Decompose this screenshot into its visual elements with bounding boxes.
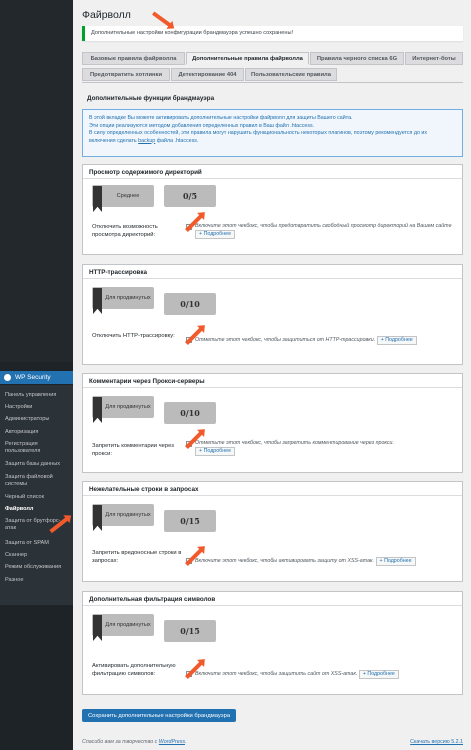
sidebar-plugin-menu[interactable]: WP Security xyxy=(0,371,73,384)
difficulty-badge: Для продвинутых xyxy=(92,504,154,531)
success-notice: Дополнительные настройки конфигурации бр… xyxy=(82,26,463,41)
shield-icon xyxy=(93,186,102,212)
sidebar-item-firewall[interactable]: Файрволл xyxy=(5,506,71,513)
field-label: Активировать дополнительную фильтрацию с… xyxy=(92,663,176,677)
field-description: Включите этот чекбокс, чтобы защитить са… xyxy=(195,670,455,679)
tab-custom-rules[interactable]: Пользовательские правила xyxy=(245,68,337,81)
feature-box-bad-query-strings: Нежелательные строки в запросах Для прод… xyxy=(82,481,463,582)
footer-text: Спасибо вам за творчество с xyxy=(82,739,159,745)
box-title: Нежелательные строки в запросах xyxy=(83,482,462,496)
feature-box-dir-listing: Просмотр содержимого директорий Среднее … xyxy=(82,164,463,255)
box-title: HTTP-трассировка xyxy=(83,265,462,279)
admin-sidebar: WP Security Панель управления Настройки … xyxy=(0,0,73,750)
info-box: В этой вкладке Вы можете активировать до… xyxy=(82,109,463,157)
feature-box-proxy-comments: Комментарии через Прокси-серверы Для про… xyxy=(82,373,463,473)
difficulty-label: Среднее xyxy=(116,192,140,199)
info-line: В силу определенных особенностей, эти пр… xyxy=(89,130,427,136)
sidebar-item-registration[interactable]: Регистрация пользователя xyxy=(5,441,71,455)
shield-icon xyxy=(93,288,102,314)
sidebar-item-spam[interactable]: Защита от SPAM xyxy=(5,540,71,547)
description-text: Включите этот чекбокс, чтобы предотврати… xyxy=(195,223,452,229)
difficulty-label: Для продвинутых xyxy=(105,621,151,628)
info-line: В этой вкладке Вы можете активировать до… xyxy=(89,115,353,121)
more-info-button[interactable]: + Подробнее xyxy=(375,557,416,566)
score-badge: 0/10 xyxy=(164,293,216,315)
box-title: Дополнительная фильтрация символов xyxy=(83,592,462,606)
footer-thanks: Спасибо вам за творчество с WordPress. xyxy=(82,739,186,745)
difficulty-badge: Для продвинутых xyxy=(92,614,154,641)
score-badge: 0/15 xyxy=(164,620,216,642)
page-title: Файрволл xyxy=(82,9,131,21)
sidebar-item-database[interactable]: Защита базы данных xyxy=(5,461,71,468)
more-info-button[interactable]: + Подробнее xyxy=(195,447,236,456)
more-info-button[interactable]: + Подробнее xyxy=(195,230,236,239)
difficulty-label: Для продвинутых xyxy=(105,403,151,410)
main-content: Файрволл Дополнительные настройки конфиг… xyxy=(73,0,471,750)
box-title: Просмотр содержимого директорий xyxy=(83,165,462,179)
score-badge: 0/15 xyxy=(164,510,216,532)
field-description: Включите этот чекбокс, чтобы предотврати… xyxy=(195,223,455,239)
sidebar-item-settings[interactable]: Настройки xyxy=(5,404,71,411)
save-settings-button[interactable]: Сохранить дополнительные настройки бранд… xyxy=(82,709,237,722)
info-text: файла .htaccess. xyxy=(155,137,199,144)
difficulty-badge: Для продвинутых xyxy=(92,396,154,423)
tab-advanced-rules[interactable]: Дополнительные правила файрволла xyxy=(186,52,309,65)
field-description: Включите этот чекбокс, чтобы активироват… xyxy=(195,557,455,566)
sidebar-item-blacklist[interactable]: Черный список xyxy=(5,494,71,501)
sidebar-plugin-title: WP Security xyxy=(15,374,51,381)
sidebar-item-maintenance[interactable]: Режим обслуживания xyxy=(5,564,71,571)
description-text: Отметьте этот чекбокс, чтобы запретить к… xyxy=(195,440,394,446)
tab-404[interactable]: Детектирование 404 xyxy=(171,68,244,81)
box-title: Комментарии через Прокси-серверы xyxy=(83,374,462,388)
sidebar-item-login[interactable]: Авторизация xyxy=(5,429,71,436)
info-text: включения сделать xyxy=(89,137,139,144)
shield-icon xyxy=(4,374,11,381)
sidebar-item-dashboard[interactable]: Панель управления xyxy=(5,392,71,399)
sidebar-submenu: Панель управления Настройки Администрато… xyxy=(0,385,73,605)
tab-hotlink[interactable]: Предотвратить хотлинки xyxy=(82,68,170,81)
sidebar-item-admins[interactable]: Администраторы xyxy=(5,416,71,423)
description-text: Включите этот чекбокс, чтобы защитить са… xyxy=(195,671,358,677)
shield-icon xyxy=(93,615,102,641)
difficulty-badge: Для продвинутых xyxy=(92,287,154,314)
more-info-button[interactable]: + Подробнее xyxy=(376,336,417,345)
difficulty-badge: Среднее xyxy=(92,185,154,212)
shield-icon xyxy=(93,397,102,423)
field-description: Отметьте этот чекбокс, чтобы защититься … xyxy=(195,336,455,345)
difficulty-label: Для продвинутых xyxy=(105,511,151,518)
tab-internet-bots[interactable]: Интернет-боты xyxy=(405,52,463,65)
score-badge: 0/5 xyxy=(164,185,216,207)
wordpress-link[interactable]: WordPress xyxy=(159,739,185,745)
feature-box-http-trace: HTTP-трассировка Для продвинутых 0/10 От… xyxy=(82,264,463,365)
sidebar-item-scanner[interactable]: Сканнер xyxy=(5,552,71,559)
difficulty-label: Для продвинутых xyxy=(105,294,151,301)
tab-divider xyxy=(82,82,463,83)
sidebar-collapsed-menu xyxy=(0,0,73,362)
field-label: Запретить вредоносные строки в запросах: xyxy=(92,550,182,564)
footer-text: . xyxy=(185,739,187,745)
info-line: включения сделать backup файла .htaccess… xyxy=(89,138,456,146)
info-line: Эти опции реализуются методом добавления… xyxy=(89,122,315,129)
tab-basic-rules[interactable]: Базовые правила файрволла xyxy=(82,52,185,65)
field-label: Отключить HTTP-трассировку: xyxy=(92,333,175,339)
shield-icon xyxy=(93,505,102,531)
tab-6g-blacklist[interactable]: Правила черного списка 6G xyxy=(310,52,404,65)
backup-link[interactable]: backup xyxy=(138,138,155,144)
score-badge: 0/10 xyxy=(164,402,216,424)
feature-box-char-filter: Дополнительная фильтрация символов Для п… xyxy=(82,591,463,695)
field-description: Отметьте этот чекбокс, чтобы запретить к… xyxy=(195,440,425,456)
description-text: Отметьте этот чекбокс, чтобы защититься … xyxy=(195,337,376,343)
section-title: Дополнительные функции брандмауэра xyxy=(87,95,215,102)
field-label: Отключить возможность просмотра директор… xyxy=(92,224,158,238)
download-version-link[interactable]: Скачать версию 5.2.1 xyxy=(410,739,463,745)
sidebar-item-filesystem[interactable]: Защита файловой системы xyxy=(5,474,71,488)
more-info-button[interactable]: + Подробнее xyxy=(358,670,399,679)
field-label: Запретить комментарии через прокси: xyxy=(92,443,174,457)
description-text: Включите этот чекбокс, чтобы активироват… xyxy=(195,558,375,564)
sidebar-item-misc[interactable]: Разное xyxy=(5,577,71,584)
